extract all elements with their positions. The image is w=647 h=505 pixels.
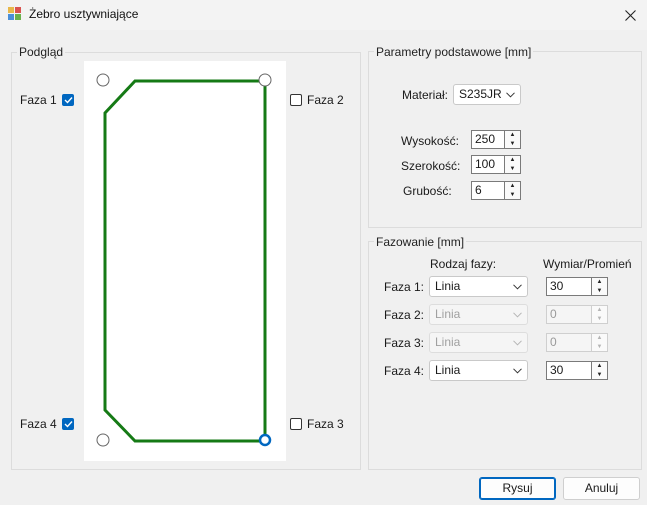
rib-outline <box>103 79 267 443</box>
chevron-down-icon <box>513 284 522 290</box>
chamfer-row-1-size-input[interactable]: 30 <box>546 277 592 296</box>
preview-legend: Podgląd <box>17 45 66 59</box>
faza1-label: Faza 1 <box>20 93 57 107</box>
draw-button[interactable]: Rysuj <box>479 477 556 500</box>
chamfer-row-3-type: Linia <box>435 335 461 349</box>
faza4-checkbox[interactable] <box>62 418 74 430</box>
title-bar: Żebro usztywniające <box>0 0 647 30</box>
chamfer-row-2-type-select: Linia <box>429 304 528 325</box>
close-button[interactable] <box>614 0 647 30</box>
spin-up-icon: ▲ <box>596 335 603 341</box>
faza1-checkbox[interactable] <box>62 94 74 106</box>
faza2-label: Faza 2 <box>307 93 344 107</box>
close-icon <box>625 9 636 21</box>
spin-down-icon[interactable]: ▼ <box>592 371 607 379</box>
chamfer-row-1-type: Linia <box>435 279 461 293</box>
chamfer-legend: Fazowanie [mm] <box>374 235 467 249</box>
chevron-down-icon <box>513 312 522 318</box>
width-spinner[interactable]: ▲ ▼ <box>505 155 521 174</box>
chamfer-row-2-spinner: ▲ ▼ <box>592 305 608 324</box>
width-label: Szerokość: <box>401 159 461 173</box>
thickness-label: Grubość: <box>403 184 452 198</box>
spin-down-icon[interactable]: ▼ <box>505 165 520 173</box>
material-select[interactable]: S235JR <box>453 84 521 105</box>
spin-up-icon[interactable]: ▲ <box>505 182 520 190</box>
chevron-down-icon <box>513 340 522 346</box>
corner-handle-4[interactable] <box>96 433 110 447</box>
check-icon <box>64 421 73 428</box>
cancel-button[interactable]: Anuluj <box>563 477 640 500</box>
chamfer-row-1-label: Faza 1: <box>384 280 425 294</box>
faza3-checkbox[interactable] <box>290 418 302 430</box>
rib-shape-drawing <box>96 73 272 447</box>
params-legend: Parametry podstawowe [mm] <box>374 45 534 59</box>
spin-up-icon[interactable]: ▲ <box>592 278 607 286</box>
app-icon <box>8 7 21 20</box>
spin-down-icon: ▼ <box>596 316 603 322</box>
chamfer-row-3-label: Faza 3: <box>384 336 425 350</box>
spin-up-icon: ▲ <box>596 307 603 313</box>
chamfer-row-2-size-input: 0 <box>546 305 592 324</box>
chamfer-row-3-spinner: ▲ ▼ <box>592 333 608 352</box>
corner-handle-2[interactable] <box>258 73 272 87</box>
faza2-checkbox[interactable] <box>290 94 302 106</box>
material-label: Materiał: <box>402 88 449 102</box>
faza4-label: Faza 4 <box>20 417 57 431</box>
spin-up-icon[interactable]: ▲ <box>592 362 607 370</box>
chamfer-row-4-size-input[interactable]: 30 <box>546 361 592 380</box>
height-value: 250 <box>475 132 496 146</box>
size-header: Wymiar/Promień <box>543 257 632 271</box>
chamfer-row-3-size: 0 <box>550 335 557 349</box>
check-icon <box>64 97 73 104</box>
chamfer-row-4-label: Faza 4: <box>384 364 425 378</box>
spin-down-icon[interactable]: ▼ <box>592 287 607 295</box>
thickness-spinner[interactable]: ▲ ▼ <box>505 181 521 200</box>
spin-down-icon[interactable]: ▼ <box>505 191 520 199</box>
faza3-label: Faza 3 <box>307 417 344 431</box>
chamfer-row-4-spinner[interactable]: ▲ ▼ <box>592 361 608 380</box>
width-value: 100 <box>475 157 496 171</box>
corner-handle-3[interactable] <box>258 433 272 447</box>
chamfer-row-2-label: Faza 2: <box>384 308 425 322</box>
spin-up-icon[interactable]: ▲ <box>505 156 520 164</box>
width-input[interactable]: 100 <box>471 155 505 174</box>
type-header: Rodzaj fazy: <box>430 257 497 271</box>
chamfer-row-1-type-select[interactable]: Linia <box>429 276 528 297</box>
chamfer-row-3-size-input: 0 <box>546 333 592 352</box>
spin-up-icon[interactable]: ▲ <box>505 131 520 139</box>
chevron-down-icon <box>513 368 522 374</box>
spin-down-icon[interactable]: ▼ <box>505 140 520 148</box>
height-spinner[interactable]: ▲ ▼ <box>505 130 521 149</box>
window-title: Żebro usztywniające <box>29 7 139 21</box>
chamfer-row-1-spinner[interactable]: ▲ ▼ <box>592 277 608 296</box>
chevron-down-icon <box>506 92 515 98</box>
corner-handle-1[interactable] <box>96 73 110 87</box>
material-value: S235JR <box>459 87 502 101</box>
height-input[interactable]: 250 <box>471 130 505 149</box>
thickness-value: 6 <box>475 183 482 197</box>
chamfer-row-4-size: 30 <box>550 363 564 377</box>
chamfer-row-4-type-select[interactable]: Linia <box>429 360 528 381</box>
height-label: Wysokość: <box>401 134 459 148</box>
thickness-input[interactable]: 6 <box>471 181 505 200</box>
chamfer-row-2-size: 0 <box>550 307 557 321</box>
spin-down-icon: ▼ <box>596 344 603 350</box>
chamfer-row-4-type: Linia <box>435 363 461 377</box>
chamfer-row-2-type: Linia <box>435 307 461 321</box>
chamfer-row-1-size: 30 <box>550 279 564 293</box>
chamfer-row-3-type-select: Linia <box>429 332 528 353</box>
preview-canvas <box>84 61 286 461</box>
